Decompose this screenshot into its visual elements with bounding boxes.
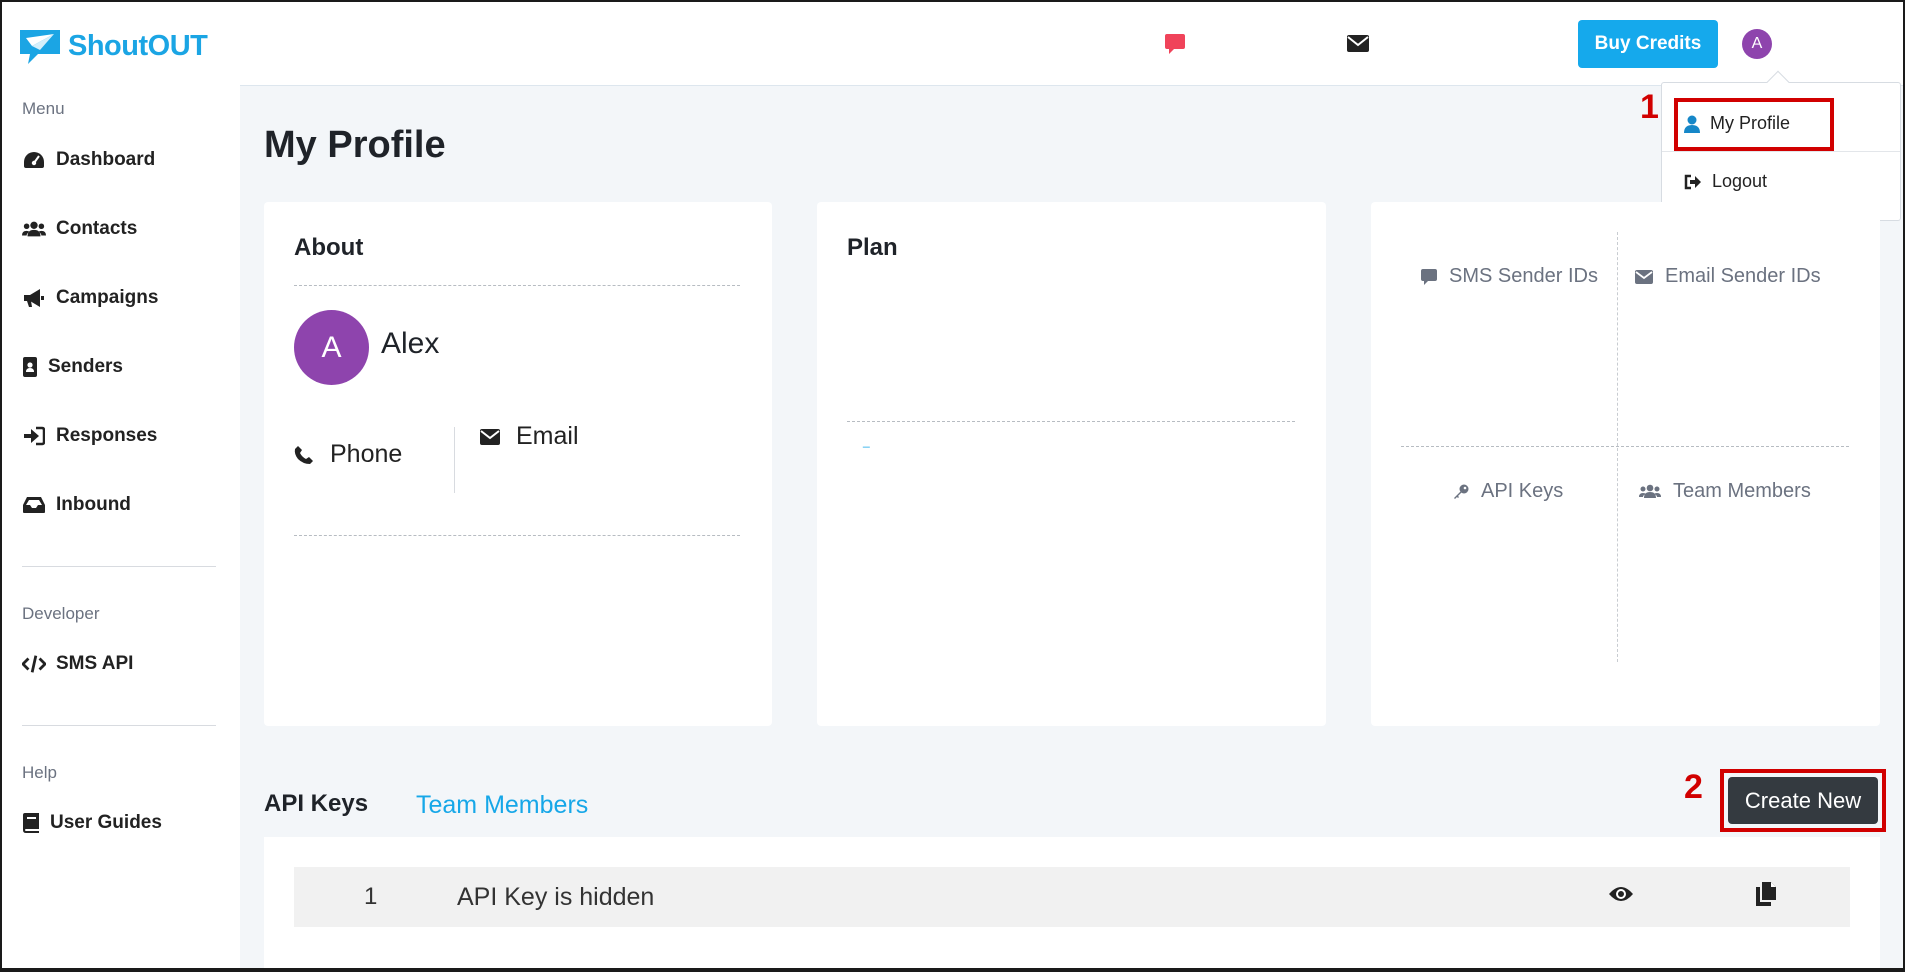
plan-title: Plan bbox=[847, 234, 898, 261]
sidebar-item-label: Contacts bbox=[56, 218, 138, 239]
api-key-value: API Key is hidden bbox=[457, 882, 655, 911]
stat-label: SMS Sender IDs bbox=[1449, 265, 1598, 287]
envelope-icon bbox=[480, 428, 500, 445]
tab-team-members[interactable]: Team Members bbox=[416, 791, 588, 820]
contact-separator bbox=[454, 427, 455, 493]
stat-email-sender-ids[interactable]: Email Sender IDs bbox=[1635, 265, 1821, 288]
profile-name: Alex bbox=[381, 327, 440, 360]
tab-api-keys[interactable]: API Keys bbox=[264, 790, 368, 818]
id-badge-icon bbox=[22, 355, 38, 379]
annotation-number-1: 1 bbox=[1640, 88, 1659, 126]
eye-icon[interactable] bbox=[1608, 885, 1634, 908]
stat-api-keys[interactable]: API Keys bbox=[1453, 480, 1563, 503]
users-icon bbox=[1639, 484, 1661, 499]
sidebar-item-label: SMS API bbox=[56, 653, 134, 674]
sidebar-item-inbound[interactable]: Inbound bbox=[22, 493, 131, 517]
stat-sms-sender-ids[interactable]: SMS Sender IDs bbox=[1421, 265, 1598, 288]
divider bbox=[294, 285, 740, 286]
profile-avatar: A bbox=[294, 310, 369, 385]
menu-item-logout[interactable]: Logout bbox=[1684, 171, 1767, 192]
api-keys-table: 1 API Key is hidden bbox=[264, 837, 1880, 968]
plan-placeholder: _ bbox=[863, 434, 870, 448]
gauge-icon bbox=[22, 148, 46, 172]
sidebar-divider bbox=[22, 566, 216, 567]
stat-label: API Keys bbox=[1481, 480, 1564, 502]
email-field: Email bbox=[480, 422, 579, 451]
phone-field: Phone bbox=[294, 440, 402, 469]
app-window: ShoutOUT Menu Dashboard Contacts Campaig… bbox=[2, 2, 1903, 968]
brand-name: ShoutOUT bbox=[68, 29, 208, 62]
section-title-developer: Developer bbox=[22, 604, 100, 623]
sidebar-item-campaigns[interactable]: Campaigns bbox=[22, 286, 158, 310]
about-card: About A Alex Phone Email bbox=[264, 202, 772, 726]
page-title: My Profile bbox=[264, 124, 446, 166]
stats-card: SMS Sender IDs Email Sender IDs API Keys… bbox=[1371, 202, 1880, 726]
envelope-icon[interactable] bbox=[1347, 35, 1369, 57]
sidebar: ShoutOUT Menu Dashboard Contacts Campaig… bbox=[2, 2, 240, 968]
divider bbox=[847, 421, 1295, 422]
sidebar-item-label: Responses bbox=[56, 425, 158, 446]
email-label: Email bbox=[516, 422, 579, 450]
phone-label: Phone bbox=[330, 440, 403, 468]
sidebar-item-responses[interactable]: Responses bbox=[22, 424, 157, 448]
key-icon bbox=[1453, 484, 1469, 500]
divider bbox=[294, 535, 740, 536]
dropdown-separator bbox=[1662, 151, 1900, 152]
divider bbox=[1617, 232, 1618, 662]
sidebar-item-contacts[interactable]: Contacts bbox=[22, 217, 137, 241]
stat-team-members[interactable]: Team Members bbox=[1639, 480, 1811, 503]
logo[interactable]: ShoutOUT bbox=[18, 26, 208, 66]
sms-chat-icon[interactable] bbox=[1164, 33, 1186, 60]
code-icon bbox=[22, 652, 46, 676]
avatar[interactable]: A bbox=[1742, 29, 1772, 59]
sidebar-item-label: Senders bbox=[48, 356, 123, 377]
sidebar-item-label: Inbound bbox=[56, 494, 131, 515]
section-title-help: Help bbox=[22, 763, 57, 782]
create-new-button[interactable]: Create New bbox=[1728, 777, 1878, 824]
buy-credits-button[interactable]: Buy Credits bbox=[1578, 20, 1718, 68]
chat-icon bbox=[1421, 268, 1437, 285]
sign-out-icon bbox=[1684, 174, 1702, 190]
about-title: About bbox=[294, 234, 364, 261]
divider bbox=[1401, 446, 1849, 447]
menu-item-label: Logout bbox=[1712, 171, 1768, 191]
top-header: Buy Credits A bbox=[240, 2, 1903, 86]
inbox-icon bbox=[22, 493, 46, 517]
row-index: 1 bbox=[364, 883, 378, 910]
paper-plane-logo-icon bbox=[20, 30, 60, 64]
section-title-menu: Menu bbox=[22, 99, 65, 118]
stat-label: Team Members bbox=[1673, 480, 1811, 502]
sidebar-item-dashboard[interactable]: Dashboard bbox=[22, 148, 155, 172]
sidebar-item-user-guides[interactable]: User Guides bbox=[22, 811, 162, 835]
megaphone-icon bbox=[22, 286, 46, 310]
envelope-icon bbox=[1635, 269, 1653, 284]
annotation-number-2: 2 bbox=[1684, 768, 1703, 806]
phone-icon bbox=[294, 445, 314, 465]
book-icon bbox=[22, 811, 40, 835]
sign-in-icon bbox=[22, 424, 46, 448]
stat-label: Email Sender IDs bbox=[1665, 265, 1821, 287]
sidebar-item-senders[interactable]: Senders bbox=[22, 355, 123, 379]
users-icon bbox=[22, 217, 46, 241]
plan-card: Plan _ bbox=[817, 202, 1326, 726]
sidebar-item-label: User Guides bbox=[50, 812, 162, 833]
sidebar-item-sms-api[interactable]: SMS API bbox=[22, 652, 133, 676]
sidebar-item-label: Dashboard bbox=[56, 149, 156, 170]
sidebar-item-label: Campaigns bbox=[56, 287, 159, 308]
annotation-box-my-profile bbox=[1674, 98, 1834, 151]
sidebar-divider bbox=[22, 725, 216, 726]
copy-icon[interactable] bbox=[1756, 882, 1776, 911]
table-row: 1 API Key is hidden bbox=[294, 867, 1850, 927]
